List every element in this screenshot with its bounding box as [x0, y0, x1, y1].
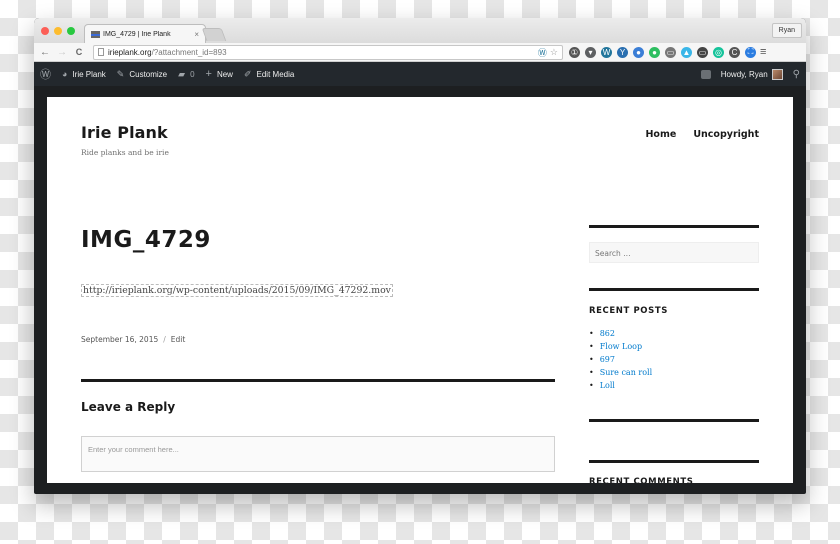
browser-tab[interactable]: IMG_4729 | Irie Plank ×	[84, 24, 206, 43]
recent-post-link[interactable]: 862	[589, 327, 652, 340]
main-nav: Home Uncopyright	[645, 129, 759, 140]
screenshot-icon[interactable]: ⛶	[745, 46, 756, 58]
page-content: Irie Plank Ride planks and be irie Home …	[47, 97, 793, 483]
search-icon[interactable]: ⚲	[793, 69, 800, 80]
wp-admin-bar: Ⓦ ◕ Irie Plank ✎ Customize ▰ 0 + New ✐ E…	[34, 62, 806, 86]
admin-bar-site[interactable]: ◕ Irie Plank	[62, 69, 106, 79]
post-title: IMG_4729	[81, 227, 211, 253]
browser-window: IMG_4729 | Irie Plank × Ryan ← → C iriep…	[34, 18, 806, 494]
tab-title: IMG_4729 | Irie Plank	[103, 30, 171, 38]
tab-close-icon[interactable]: ×	[194, 30, 199, 39]
back-button[interactable]: ←	[39, 47, 51, 58]
favicon-icon	[91, 30, 100, 38]
attachment-link[interactable]: http://irieplank.org/wp-content/uploads/…	[81, 284, 393, 297]
pocket-icon[interactable]: ▾	[585, 46, 596, 58]
post-date[interactable]: September 16, 2015	[81, 335, 158, 344]
recent-comments-heading: RECENT COMMENTS	[589, 477, 694, 483]
notification-icon[interactable]	[700, 69, 711, 79]
extension-icons: ① ▾ W Y ● ● ▭ ▲ ▭ ◎ C ⛶	[569, 46, 756, 58]
howdy-user[interactable]: Howdy, Ryan	[721, 70, 768, 79]
maximize-window-button[interactable]	[67, 27, 75, 35]
recent-post-link[interactable]: Flow Loop	[589, 340, 652, 353]
screen-share-icon[interactable]: ▭	[697, 46, 708, 58]
edit-link[interactable]: Edit	[171, 335, 186, 344]
recent-posts-list: 862 Flow Loop 697 Sure can roll Loll	[589, 327, 652, 392]
yoast-icon[interactable]: Y	[617, 46, 628, 58]
pencil-icon: ✐	[243, 68, 252, 79]
url-path: /?attachment_id=893	[151, 47, 227, 57]
recent-posts-heading: RECENT POSTS	[589, 306, 668, 316]
minimize-window-button[interactable]	[54, 27, 62, 35]
forward-button[interactable]: →	[56, 47, 68, 58]
admin-bar-edit-media[interactable]: ✐ Edit Media	[244, 69, 294, 80]
c-extension-icon[interactable]: C	[729, 46, 740, 58]
admin-bar-customize[interactable]: ✎ Customize	[117, 69, 167, 80]
cast-icon[interactable]: ▭	[665, 46, 676, 58]
comment-icon: ▰	[178, 68, 186, 79]
address-bar[interactable]: irieplank.org /?attachment_id=893 Ⓦ ☆	[93, 44, 563, 60]
brush-icon: ✎	[116, 68, 125, 79]
recent-post-link[interactable]: Loll	[589, 379, 652, 392]
divider	[589, 419, 759, 422]
globe-icon[interactable]: ●	[633, 46, 644, 58]
reply-heading: Leave a Reply	[81, 400, 176, 414]
divider	[589, 288, 759, 291]
evernote-icon[interactable]: ●	[649, 46, 660, 58]
divider	[589, 460, 759, 463]
menu-icon[interactable]: ≡	[760, 46, 766, 58]
comment-input[interactable]: Enter your comment here...	[81, 436, 555, 472]
wp-logo-icon[interactable]: Ⓦ	[40, 66, 51, 82]
avatar[interactable]	[771, 68, 783, 80]
reload-button[interactable]: C	[73, 47, 85, 57]
wordpress-icon[interactable]: W	[601, 46, 612, 58]
sidebar-search-input[interactable]: Search …	[589, 242, 759, 263]
profile-button[interactable]: Ryan	[771, 23, 802, 38]
new-tab-button[interactable]	[201, 28, 227, 41]
tab-strip: IMG_4729 | Irie Plank × Ryan	[34, 18, 806, 43]
divider	[589, 225, 759, 228]
recent-post-link[interactable]: Sure can roll	[589, 366, 652, 379]
post-meta: September 16, 2015 / Edit	[81, 335, 185, 344]
meta-separator: /	[163, 335, 166, 344]
dashboard-icon: ◕	[62, 69, 68, 79]
page-icon	[98, 48, 104, 56]
admin-bar-new[interactable]: + New	[206, 68, 233, 80]
star-icon[interactable]: ☆	[550, 47, 558, 58]
wordpress-icon[interactable]: Ⓦ	[538, 46, 547, 59]
nav-home[interactable]: Home	[645, 129, 676, 140]
grammarly-icon[interactable]: ◎	[713, 46, 724, 58]
browser-toolbar: ← → C irieplank.org /?attachment_id=893 …	[34, 43, 806, 62]
ghostery-icon[interactable]: ▲	[681, 46, 692, 58]
nav-uncopyright[interactable]: Uncopyright	[693, 129, 759, 140]
recent-post-link[interactable]: 697	[589, 353, 652, 366]
plus-icon: +	[205, 68, 212, 80]
site-title[interactable]: Irie Plank	[81, 123, 168, 142]
admin-bar-comments[interactable]: ▰ 0	[178, 69, 194, 80]
url-host: irieplank.org	[108, 47, 152, 57]
divider	[81, 379, 555, 382]
close-window-button[interactable]	[41, 27, 49, 35]
site-description: Ride planks and be irie	[81, 148, 169, 157]
1password-icon[interactable]: ①	[569, 46, 580, 58]
